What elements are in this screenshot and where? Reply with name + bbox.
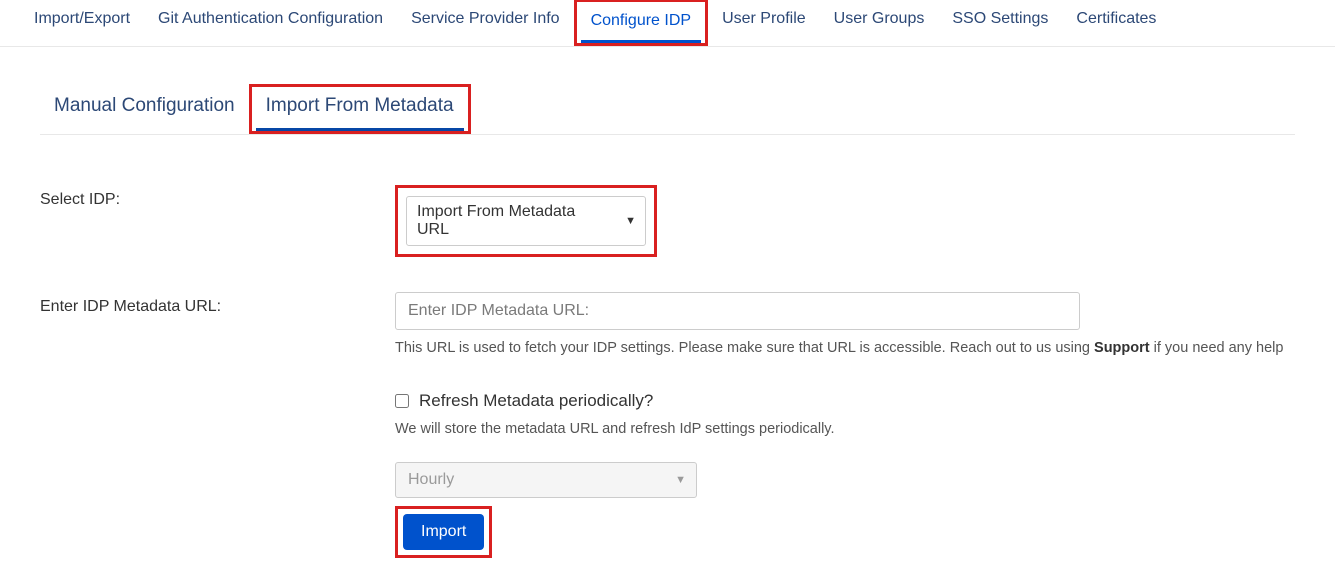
label-refresh: Refresh Metadata periodically? (419, 391, 653, 411)
highlight-import-metadata: Import From Metadata (249, 84, 471, 134)
tab-configure-idp[interactable]: Configure IDP (581, 4, 702, 43)
subtab-manual[interactable]: Manual Configuration (40, 87, 249, 134)
highlight-select-idp: Import From Metadata URL ▼ (395, 185, 657, 257)
import-button[interactable]: Import (403, 514, 484, 550)
helper-refresh: We will store the metadata URL and refre… (395, 421, 1295, 437)
tab-import-export[interactable]: Import/Export (20, 0, 144, 43)
chevron-down-icon: ▼ (675, 474, 686, 486)
tab-git-auth[interactable]: Git Authentication Configuration (144, 0, 397, 43)
tab-certificates[interactable]: Certificates (1062, 0, 1170, 43)
helper-metadata-url: This URL is used to fetch your IDP setti… (395, 340, 1295, 356)
select-frequency[interactable]: Hourly ▼ (395, 462, 697, 498)
label-select-idp: Select IDP: (40, 185, 395, 209)
checkbox-refresh[interactable] (395, 394, 409, 408)
row-select-idp: Select IDP: Import From Metadata URL ▼ (40, 185, 1295, 257)
highlight-import-button: Import (395, 506, 492, 558)
row-refresh: Refresh Metadata periodically? We will s… (40, 391, 1295, 437)
top-tabs: Import/Export Git Authentication Configu… (0, 0, 1335, 47)
tab-sso-settings[interactable]: SSO Settings (938, 0, 1062, 43)
row-frequency-import: Hourly ▼ Import (40, 462, 1295, 558)
row-metadata-url: Enter IDP Metadata URL: This URL is used… (40, 292, 1295, 356)
tab-user-profile[interactable]: User Profile (708, 0, 820, 43)
label-metadata-url: Enter IDP Metadata URL: (40, 292, 395, 316)
support-link[interactable]: Support (1094, 340, 1150, 356)
content-area: Manual Configuration Import From Metadat… (0, 47, 1335, 578)
highlight-configure-idp: Configure IDP (574, 0, 709, 46)
tab-user-groups[interactable]: User Groups (820, 0, 939, 43)
input-metadata-url[interactable] (395, 292, 1080, 330)
sub-tabs: Manual Configuration Import From Metadat… (40, 87, 1295, 135)
subtab-import-metadata[interactable]: Import From Metadata (256, 87, 464, 131)
select-idp-dropdown[interactable]: Import From Metadata URL (406, 196, 646, 246)
tab-service-provider[interactable]: Service Provider Info (397, 0, 574, 43)
